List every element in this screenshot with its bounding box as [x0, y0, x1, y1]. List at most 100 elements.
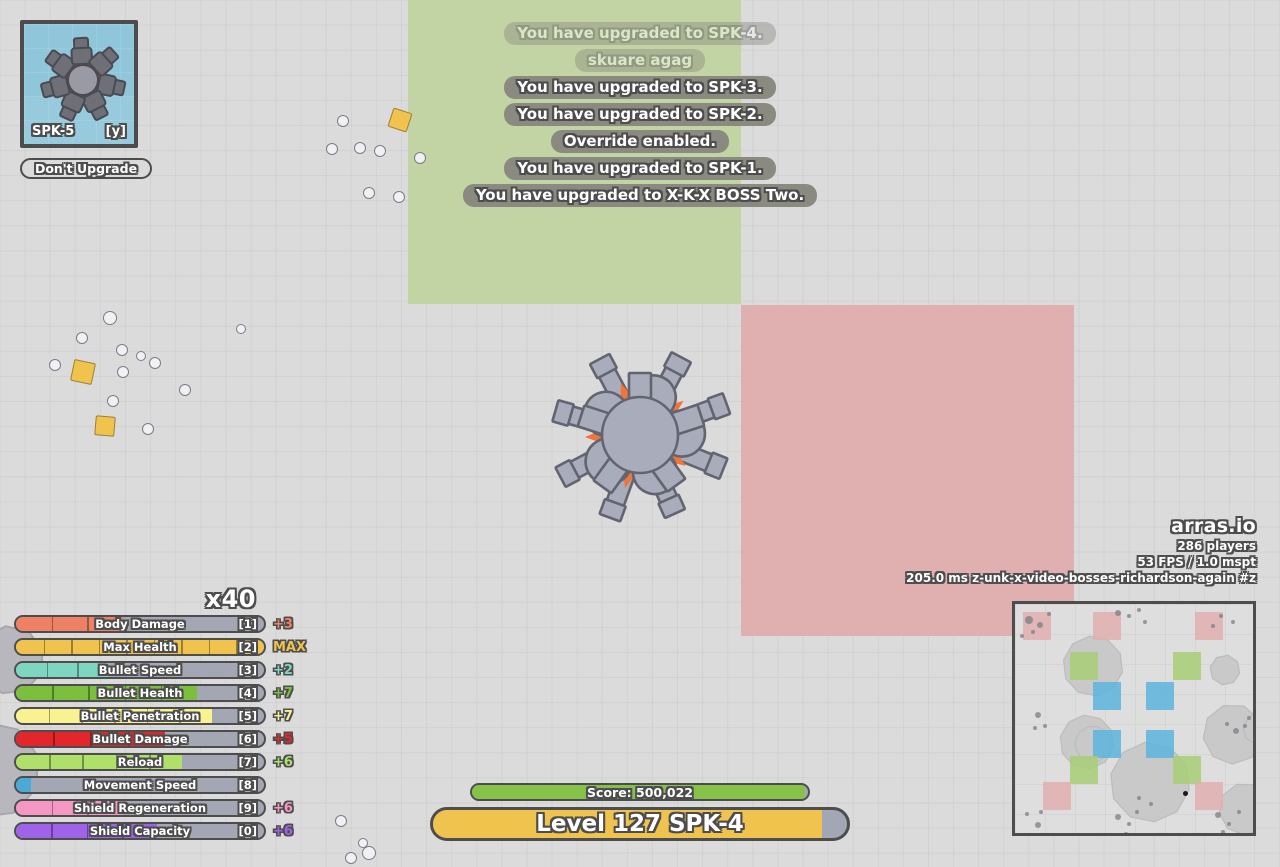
minimap-entity-dot	[1020, 634, 1024, 638]
bullet	[136, 351, 146, 361]
minimap-zone	[1195, 782, 1223, 810]
stat-row[interactable]: Bullet Speed [3] +2	[14, 661, 314, 679]
bullet	[363, 187, 375, 199]
bullet	[414, 152, 426, 164]
minimap-entity-dot	[1047, 612, 1051, 616]
minimap-entity-dot	[1149, 802, 1153, 806]
minimap-entity-dot	[1221, 830, 1225, 833]
minimap-entity-dot	[1227, 822, 1231, 826]
minimap[interactable]	[1012, 601, 1256, 836]
score-bar-label: Score: 500,022	[587, 784, 693, 800]
minimap-zone	[1070, 756, 1098, 784]
stat-bar-hotkey: [5]	[238, 709, 257, 723]
bullet	[107, 395, 119, 407]
player-count: 286 players	[1177, 539, 1256, 553]
stat-bar-label: Bullet Speed	[98, 663, 182, 677]
server-info: arras.io 286 players 53 FPS / 1.0 mspt 2…	[906, 515, 1256, 585]
minimap-entity-dot	[1231, 620, 1235, 624]
minimap-entity-dot	[1123, 832, 1129, 833]
minimap-entity-dot	[1247, 716, 1251, 720]
stat-bar-hotkey: [2]	[238, 640, 257, 654]
level-bar: Level 127 SPK-4	[430, 807, 850, 841]
dont-upgrade-label: Don't Upgrade	[34, 161, 138, 176]
bullet	[326, 143, 338, 155]
minimap-zone	[1146, 730, 1174, 758]
minimap-zone	[1093, 730, 1121, 758]
bullet	[103, 311, 117, 325]
minimap-entity-dot	[1219, 614, 1223, 618]
stat-increment-label: +5	[273, 731, 293, 747]
team-zone-green	[408, 0, 741, 304]
stat-increment-label: +2	[273, 662, 293, 678]
minimap-entity-dot	[1037, 622, 1043, 628]
stat-bar-bullet-penetration[interactable]: Bullet Penetration [5]	[14, 707, 266, 725]
minimap-entity-dot	[1043, 724, 1047, 728]
stat-bar-bullet-health[interactable]: Bullet Health [4]	[14, 684, 266, 702]
bullet	[49, 359, 61, 371]
team-zone-red	[741, 305, 1074, 636]
minimap-entity-dot	[1215, 812, 1221, 818]
stat-row[interactable]: Bullet Damage [6] +5	[14, 730, 314, 748]
minimap-entity-dot	[1025, 812, 1029, 816]
minimap-entity-dot	[1143, 620, 1147, 624]
minimap-entity-dot	[1137, 796, 1141, 800]
level-bar-label: Level 127 SPK-4	[536, 811, 744, 837]
stat-row[interactable]: Bullet Health [4] +7	[14, 684, 314, 702]
stat-increment-label: +7	[273, 685, 293, 701]
stat-bar-max-health[interactable]: Max Health [2]	[14, 638, 266, 656]
stat-bar-bullet-damage[interactable]: Bullet Damage [6]	[14, 730, 266, 748]
stat-row[interactable]: Body Damage [1] +3	[14, 615, 314, 633]
minimap-entity-dot	[1127, 614, 1131, 618]
upgrade-card-name: SPK-5	[32, 124, 75, 139]
bullet	[117, 366, 129, 378]
minimap-entity-dot	[1035, 822, 1041, 828]
upgrade-card-spk5[interactable]: SPK-5 [y]	[20, 20, 138, 148]
minimap-zone	[1173, 652, 1201, 680]
minimap-entity-dot	[1237, 810, 1241, 814]
bullet	[362, 846, 376, 860]
stat-row[interactable]: Bullet Penetration [5] +7	[14, 707, 314, 725]
minimap-zone	[1070, 652, 1098, 680]
minimap-entity-dot	[1115, 814, 1121, 820]
connection-info: 205.0 ms z-unk-x-video-bosses-richardson…	[906, 571, 1256, 585]
bullet	[116, 344, 128, 356]
square-shape	[69, 358, 97, 386]
stat-row[interactable]: Max Health [2] MAX	[14, 638, 314, 656]
upgrade-card-hotkey: [y]	[105, 124, 126, 139]
minimap-entity-dot	[1115, 610, 1121, 616]
stat-increment-label: +6	[273, 754, 293, 770]
minimap-entity-dot	[1225, 722, 1229, 726]
minimap-entity-dot	[1135, 810, 1139, 814]
minimap-entity-dot	[1211, 624, 1215, 628]
stat-bar-label: Bullet Penetration	[80, 709, 200, 723]
stat-bar-label: Bullet Damage	[92, 732, 188, 746]
stat-increment-label: MAX	[273, 639, 307, 655]
game-canvas[interactable]: SPK-5 [y] Don't Upgrade You have upgrade…	[0, 0, 1280, 867]
minimap-zone	[1093, 682, 1121, 710]
stat-bar-hotkey: [3]	[238, 663, 257, 677]
bullet	[236, 324, 246, 334]
stat-bar-body-damage[interactable]: Body Damage [1]	[14, 615, 266, 633]
minimap-entity-dot	[1233, 728, 1239, 734]
minimap-zone	[1093, 612, 1121, 640]
bullet	[393, 191, 405, 203]
stat-bar-reload[interactable]: Reload [7]	[14, 753, 266, 771]
bullet	[354, 142, 366, 154]
minimap-entity-dot	[1243, 724, 1247, 728]
fps-mspt: 53 FPS / 1.0 mspt	[1137, 555, 1256, 569]
bullet	[76, 332, 88, 344]
stat-bar-hotkey: [6]	[238, 732, 257, 746]
bullet	[345, 852, 357, 864]
stat-bar-label: Body Damage	[95, 617, 185, 631]
stat-bar-label: Max Health	[103, 640, 177, 654]
upgrade-panel[interactable]: SPK-5 [y] Don't Upgrade	[20, 20, 152, 179]
stat-row[interactable]: Reload [7] +6	[14, 753, 314, 771]
dont-upgrade-button[interactable]: Don't Upgrade	[20, 158, 152, 179]
spike-tank-sprite	[551, 351, 732, 523]
minimap-entity-dot	[1031, 630, 1035, 634]
stat-bar-bullet-speed[interactable]: Bullet Speed [3]	[14, 661, 266, 679]
minimap-entity-dot	[1035, 712, 1041, 718]
bullet	[337, 115, 349, 127]
bullet	[374, 145, 386, 157]
score-bar: Score: 500,022	[470, 783, 810, 801]
